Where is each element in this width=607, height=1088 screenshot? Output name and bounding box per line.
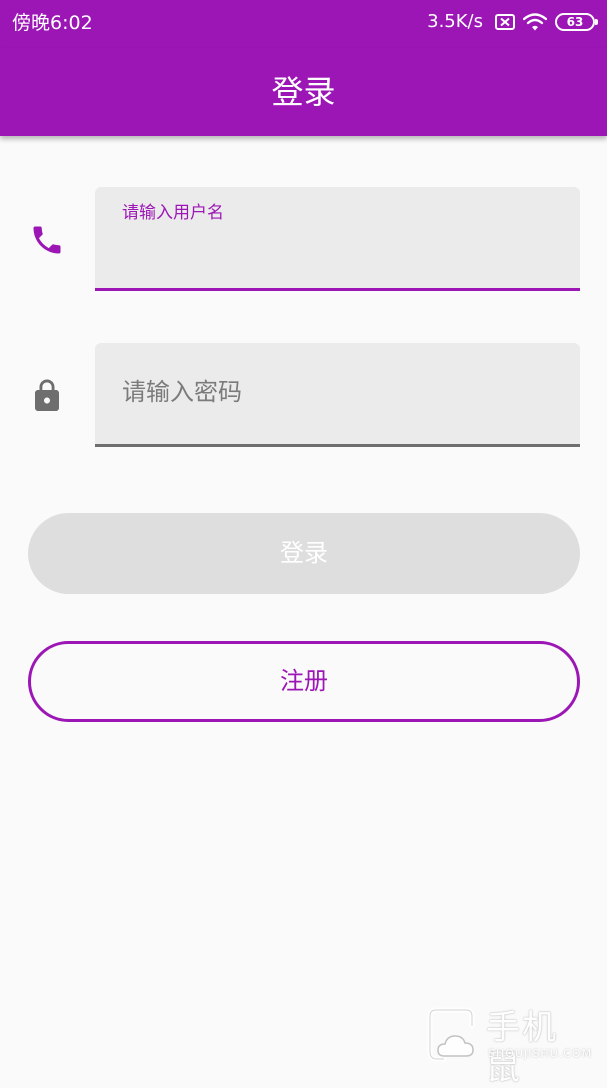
status-icons: 3.5K/s 63 <box>427 10 598 34</box>
network-speed: 3.5K/s <box>427 11 483 32</box>
register-button[interactable]: 注册 <box>28 641 580 722</box>
status-bar: 傍晚6:02 3.5K/s 63 <box>0 0 607 48</box>
username-label: 请输入用户名 <box>122 203 224 223</box>
watermark: 手机鼠 SHOUJISHU.COM <box>422 1006 591 1088</box>
watermark-subtext: SHOUJISHU.COM <box>488 1047 593 1060</box>
battery-tip <box>595 19 598 25</box>
watermark-logo-icon <box>427 1007 475 1062</box>
app-bar: 登录 <box>0 48 607 136</box>
password-field[interactable]: 请输入密码 <box>95 343 580 447</box>
username-field[interactable]: 请输入用户名 <box>95 187 580 291</box>
page-title: 登录 <box>271 73 336 111</box>
wifi-icon <box>523 13 547 31</box>
no-sim-icon <box>495 14 515 30</box>
phone-icon <box>33 226 61 254</box>
password-placeholder: 请输入密码 <box>122 378 242 406</box>
status-time: 傍晚6:02 <box>12 12 93 34</box>
battery-indicator: 63 <box>555 13 598 31</box>
lock-icon <box>35 379 59 411</box>
login-button[interactable]: 登录 <box>28 513 580 594</box>
battery-level: 63 <box>566 15 584 29</box>
